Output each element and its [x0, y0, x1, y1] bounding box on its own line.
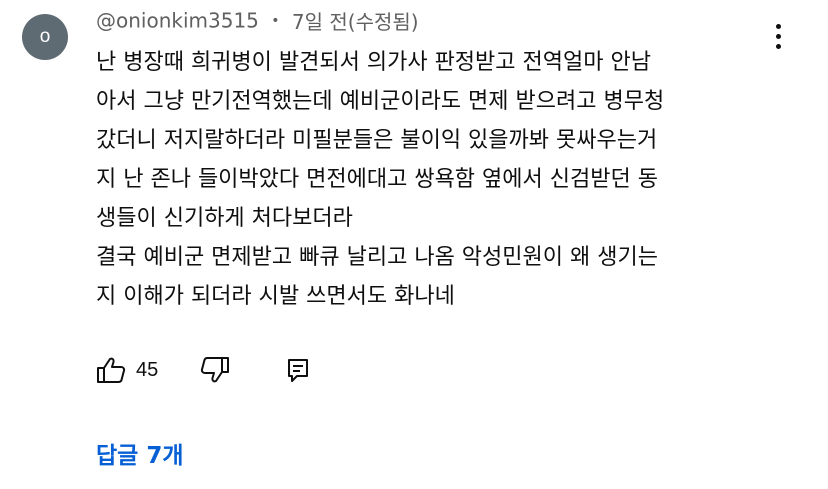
like-button[interactable] — [96, 356, 126, 384]
comment-line: 결국 예비군 면제받고 빠큐 날리고 나옴 악성민원이 왜 생기는 — [96, 245, 658, 270]
comment-text: 난 병장때 희귀병이 발견되서 의가사 판정받고 전역얼마 안남 아서 그냥 만… — [96, 43, 811, 316]
comment-line: 난 병장때 희귀병이 발견되서 의가사 판정받고 전역얼마 안남 — [96, 50, 651, 75]
thumbs-up-icon — [97, 357, 126, 383]
avatar[interactable]: o — [22, 14, 68, 60]
author-name[interactable]: @onionkim3515 — [96, 9, 259, 33]
meta-separator: • — [271, 12, 280, 29]
reply-icon — [288, 359, 309, 382]
replies-label: 답글 7개 — [96, 443, 184, 469]
comment-line: 갔더니 저지랄하더라 미필분들은 불이익 있을까봐 못싸우는거 — [96, 128, 658, 153]
comment-line: 아서 그냥 만기전역했는데 예비군이라도 면제 받으려고 병무청 — [96, 89, 665, 114]
comment-line: 지 이해가 되더라 시발 쓰면서도 화나네 — [96, 284, 455, 309]
comment-time: 7일 전(수정됨) — [291, 10, 419, 34]
like-count: 45 — [136, 358, 159, 381]
comment-line: 지 난 존나 들이박았다 면전에대고 쌍욕함 옆에서 신검받던 동 — [96, 167, 658, 192]
thumbs-down-icon — [201, 357, 230, 383]
reply-button[interactable] — [286, 357, 310, 383]
view-replies-button[interactable]: 답글 7개 — [96, 436, 184, 470]
comment-actions: 45 — [96, 352, 310, 388]
dislike-button[interactable] — [200, 356, 230, 384]
comment-meta: @onionkim3515 • 7일 전(수정됨) — [96, 6, 419, 35]
avatar-letter: o — [39, 26, 51, 47]
comment-line: 생들이 신기하게 처다보더라 — [96, 206, 353, 231]
